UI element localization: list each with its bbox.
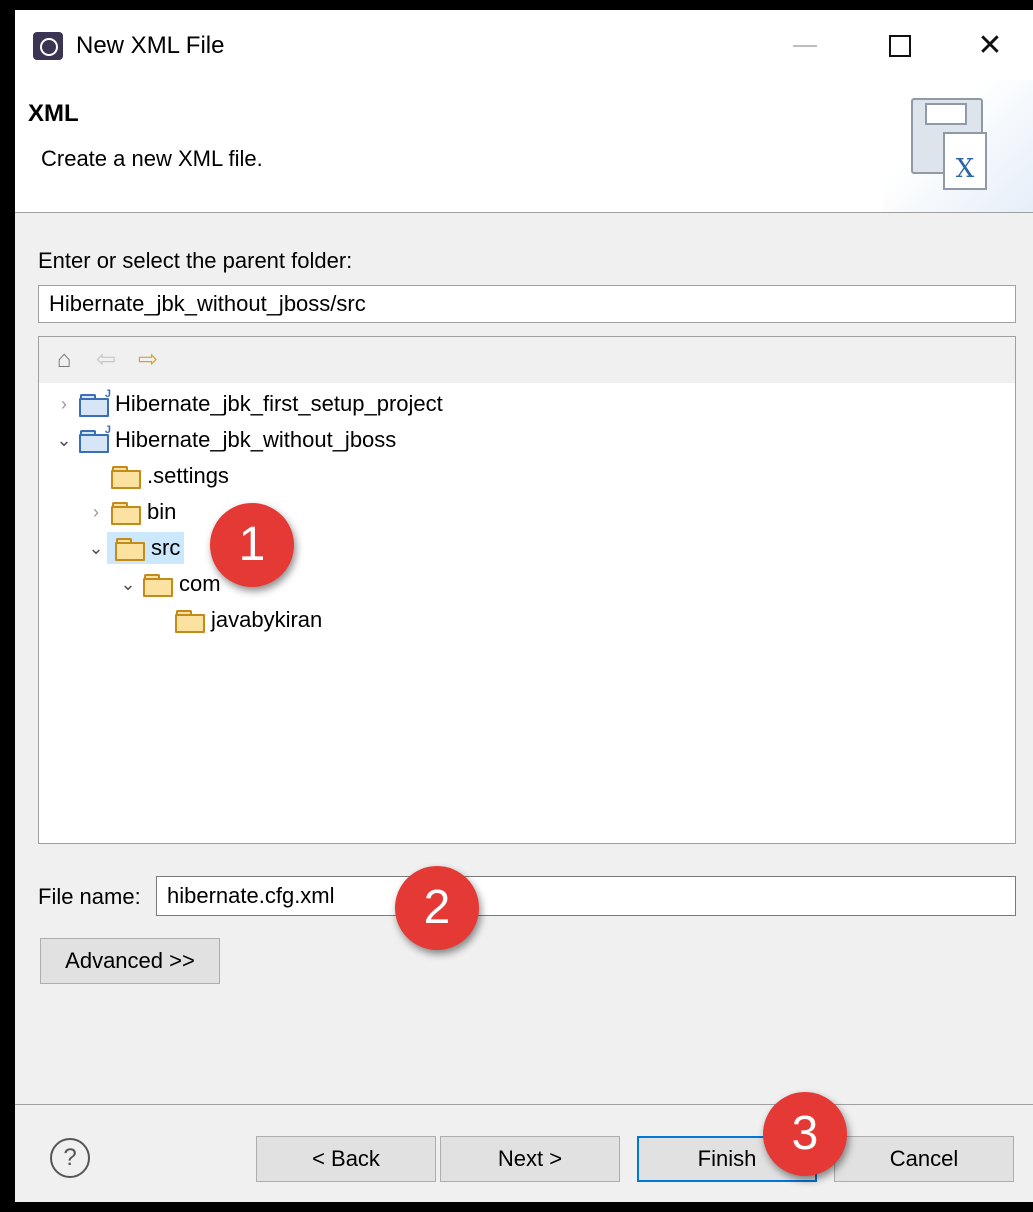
tree-item-settings[interactable]: .settings [107, 459, 229, 493]
tree-item-javabykiran[interactable]: javabykiran [171, 603, 322, 637]
collapse-chevron-icon[interactable]: ⌄ [53, 429, 75, 451]
forward-arrow-icon[interactable]: ⇨ [133, 345, 163, 375]
back-arrow-icon[interactable]: ⇦ [91, 345, 121, 375]
eclipse-icon [33, 32, 63, 60]
tree-item-label: com [179, 571, 221, 596]
tree-item-project-first-setup[interactable]: › Hibernate_jbk_first_setup_project [53, 387, 443, 421]
java-project-icon [79, 424, 111, 453]
folder-icon [175, 610, 205, 633]
collapse-chevron-icon[interactable]: ⌄ [117, 573, 139, 595]
parent-folder-label: Enter or select the parent folder: [38, 248, 353, 273]
help-icon[interactable]: ? [50, 1138, 90, 1178]
home-icon[interactable]: ⌂ [49, 345, 79, 375]
window-title: New XML File [76, 32, 225, 59]
minimize-icon [793, 45, 817, 47]
next-button[interactable]: Next > [440, 1136, 620, 1182]
title-bar: New XML File ✕ [15, 10, 1033, 80]
tree-item-com[interactable]: ⌄ com [117, 567, 221, 601]
maximize-button[interactable] [870, 24, 930, 68]
tree-item-src[interactable]: ⌄ src [85, 531, 185, 565]
folder-icon [143, 574, 173, 597]
footer-divider [15, 1104, 1033, 1105]
close-button[interactable]: ✕ [960, 24, 1020, 68]
step-marker-2: 2 [395, 866, 479, 950]
tree-item-label: javabykiran [211, 607, 323, 632]
cancel-button[interactable]: Cancel [834, 1136, 1014, 1182]
advanced-button[interactable]: Advanced >> [40, 938, 220, 984]
tree-item-label: src [151, 535, 181, 560]
minimize-button[interactable] [775, 24, 835, 68]
maximize-icon [889, 35, 911, 57]
tree-item-label: .settings [147, 463, 229, 488]
step-marker-3: 3 [763, 1092, 847, 1176]
folder-tree[interactable]: ⌂ ⇦ ⇨ › Hibernate_jbk_first_setup_projec… [38, 336, 1016, 844]
collapse-chevron-icon[interactable]: ⌄ [85, 537, 107, 559]
tree-item-label: Hibernate_jbk_without_jboss [115, 427, 397, 452]
page-description: Create a new XML file. [41, 146, 263, 171]
tree-item-label: bin [147, 499, 177, 524]
parent-folder-input[interactable]: Hibernate_jbk_without_jboss/src [38, 285, 1016, 323]
back-button[interactable]: < Back [256, 1136, 436, 1182]
folder-icon [115, 538, 145, 561]
tree-item-project-without-jboss[interactable]: ⌄ Hibernate_jbk_without_jboss [53, 423, 396, 457]
expand-chevron-icon[interactable]: › [85, 501, 107, 523]
xml-file-wizard-icon: X [883, 80, 1033, 212]
file-name-label: File name: [38, 884, 141, 909]
tree-item-label: Hibernate_jbk_first_setup_project [115, 391, 443, 416]
tree-item-bin[interactable]: › bin [85, 495, 176, 529]
selected-item-highlight: src [107, 532, 185, 564]
java-project-icon [79, 388, 111, 417]
new-xml-file-dialog: New XML File ✕ XML Create a new XML file… [15, 10, 1033, 1202]
step-marker-1: 1 [210, 503, 294, 587]
tree-toolbar: ⌂ ⇦ ⇨ [39, 337, 1015, 383]
folder-icon [111, 502, 141, 525]
file-name-input[interactable]: hibernate.cfg.xml [156, 876, 1016, 916]
folder-icon [111, 466, 141, 489]
xml-document-icon: X [943, 132, 987, 190]
wizard-header: XML Create a new XML file. X [15, 80, 1033, 213]
close-icon: ✕ [977, 29, 1003, 62]
expand-chevron-icon[interactable]: › [53, 393, 75, 415]
page-title: XML [28, 100, 79, 127]
